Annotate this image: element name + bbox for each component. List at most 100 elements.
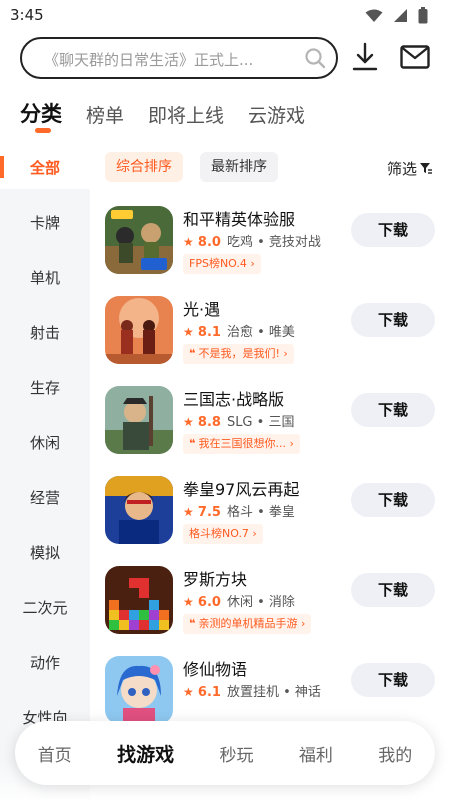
game-icon [105, 566, 173, 634]
game-tag-text: 我在三国很想你... [198, 437, 286, 450]
download-button[interactable]: 下载 [351, 483, 435, 517]
signal-icon [393, 8, 408, 27]
rating-star-icon: ★ [183, 595, 194, 609]
filter-button[interactable]: 筛选 [387, 158, 432, 179]
game-name: 罗斯方块 [183, 570, 248, 589]
filter-icon [420, 160, 432, 178]
game-tag-text: 格斗榜NO.7 [189, 527, 249, 540]
game-score: 6.1 [197, 685, 221, 700]
search-icon[interactable] [304, 47, 326, 73]
tab-category[interactable]: 分类 [20, 98, 62, 128]
game-name: 修仙物语 [183, 660, 248, 679]
filter-label: 筛选 [386, 160, 417, 178]
app-screen: 3:45 《聊天群的日常生活》正式上... 分类 榜单 即将上线 云游戏 全部 … [0, 0, 450, 800]
game-row[interactable]: 罗斯方块 ★ 6.0 休闲 • 消除 ❝ 亲测的单机精品手游 › 下载 [105, 566, 435, 638]
game-tag[interactable]: ❝ 亲测的单机精品手游 › [183, 614, 312, 634]
bottom-nav: 首页 找游戏 秒玩 福利 我的 [15, 721, 435, 785]
status-icons [365, 7, 428, 28]
quote-icon: ❝ [189, 617, 196, 630]
download-button[interactable]: 下载 [351, 573, 435, 607]
sidebar-item-anime[interactable]: 二次元 [0, 597, 90, 618]
active-tab-indicator [35, 128, 51, 133]
wifi-icon [365, 8, 383, 27]
game-icon [105, 386, 173, 454]
nav-find-games[interactable]: 找游戏 [117, 740, 174, 767]
game-score: 8.1 [197, 325, 221, 340]
game-score: 6.0 [197, 595, 221, 610]
sort-comprehensive-chip[interactable]: 综合排序 [105, 152, 183, 182]
game-score: 8.0 [197, 235, 221, 250]
search-input[interactable]: 《聊天群的日常生活》正式上... [20, 37, 338, 79]
tab-ranking[interactable]: 榜单 [86, 101, 124, 128]
game-meta: ★ 6.1 放置挂机 • 神话 [183, 681, 321, 700]
download-icon[interactable] [351, 42, 379, 76]
game-name: 拳皇97风云再起 [183, 480, 300, 499]
quote-icon: ❝ [189, 437, 196, 450]
nav-mine[interactable]: 我的 [378, 741, 412, 766]
game-meta: ★ 6.0 休闲 • 消除 [183, 591, 295, 610]
game-tag[interactable]: 格斗榜NO.7 › [183, 524, 263, 544]
category-tabs: 分类 榜单 即将上线 云游戏 [20, 98, 305, 128]
sidebar-item-card[interactable]: 卡牌 [0, 212, 90, 233]
sidebar-item-survival[interactable]: 生存 [0, 377, 90, 398]
game-tag-text: FPS榜NO.4 [189, 257, 247, 270]
game-row[interactable]: 拳皇97风云再起 ★ 7.5 格斗 • 拳皇 格斗榜NO.7 › 下载 [105, 476, 435, 548]
game-genre: 治愈 • 唯美 [226, 325, 295, 340]
game-meta: ★ 8.8 SLG • 三国 [183, 411, 294, 430]
rating-star-icon: ★ [183, 235, 194, 249]
game-genre: 吃鸡 • 竞技对战 [226, 235, 321, 250]
download-button[interactable]: 下载 [351, 303, 435, 337]
game-name: 光·遇 [183, 300, 221, 319]
status-bar: 3:45 [0, 0, 450, 32]
game-genre: 格斗 • 拳皇 [226, 505, 295, 520]
game-name: 和平精英体验服 [183, 210, 296, 229]
search-placeholder: 《聊天群的日常生活》正式上... [44, 51, 254, 69]
sidebar-item-simulation[interactable]: 模拟 [0, 542, 90, 563]
game-icon [105, 656, 173, 724]
game-tag[interactable]: FPS榜NO.4 › [183, 254, 261, 274]
game-score: 8.8 [197, 415, 221, 430]
game-tag[interactable]: ❝ 我在三国很想你... › [183, 434, 300, 454]
battery-icon [418, 7, 428, 28]
nav-home[interactable]: 首页 [38, 741, 72, 766]
sidebar-item-all[interactable]: 全部 [0, 157, 90, 178]
sidebar-item-single[interactable]: 单机 [0, 267, 90, 288]
game-genre: 休闲 • 消除 [226, 595, 295, 610]
status-time: 3:45 [10, 6, 44, 24]
rating-star-icon: ★ [183, 325, 194, 339]
sidebar-item-action[interactable]: 动作 [0, 652, 90, 673]
game-row[interactable]: 光·遇 ★ 8.1 治愈 • 唯美 ❝ 不是我，是我们! › 下载 [105, 296, 435, 368]
game-row[interactable]: 修仙物语 ★ 6.1 放置挂机 • 神话 下载 [105, 656, 435, 728]
sidebar [0, 145, 90, 800]
game-tag-text: 亲测的单机精品手游 [198, 617, 298, 630]
rating-star-icon: ★ [183, 685, 194, 699]
sidebar-item-management[interactable]: 经营 [0, 487, 90, 508]
game-tag[interactable]: ❝ 不是我，是我们! › [183, 344, 294, 364]
game-genre: SLG • 三国 [226, 415, 295, 430]
game-icon [105, 476, 173, 544]
download-button[interactable]: 下载 [351, 393, 435, 427]
nav-welfare[interactable]: 福利 [299, 741, 333, 766]
nav-instant-play[interactable]: 秒玩 [219, 741, 253, 766]
rating-star-icon: ★ [183, 415, 194, 429]
sidebar-item-casual[interactable]: 休闲 [0, 432, 90, 453]
game-row[interactable]: 三国志·战略版 ★ 8.8 SLG • 三国 ❝ 我在三国很想你... › 下载 [105, 386, 435, 458]
download-button[interactable]: 下载 [351, 663, 435, 697]
download-button[interactable]: 下载 [351, 213, 435, 247]
quote-icon: ❝ [189, 347, 196, 360]
game-tag-text: 不是我，是我们! [198, 347, 280, 360]
tab-coming-soon[interactable]: 即将上线 [148, 101, 224, 128]
game-icon [105, 206, 173, 274]
mail-icon[interactable] [400, 45, 430, 73]
sidebar-item-shooter[interactable]: 射击 [0, 322, 90, 343]
tab-cloud-games[interactable]: 云游戏 [248, 101, 305, 128]
game-score: 7.5 [197, 505, 221, 520]
rating-star-icon: ★ [183, 505, 194, 519]
sort-latest-chip[interactable]: 最新排序 [200, 152, 278, 182]
game-icon [105, 296, 173, 364]
game-meta: ★ 7.5 格斗 • 拳皇 [183, 501, 295, 520]
game-name: 三国志·战略版 [183, 390, 285, 409]
game-genre: 放置挂机 • 神话 [226, 685, 321, 700]
game-row[interactable]: 和平精英体验服 ★ 8.0 吃鸡 • 竞技对战 FPS榜NO.4 › 下载 [105, 206, 435, 278]
game-meta: ★ 8.1 治愈 • 唯美 [183, 321, 295, 340]
